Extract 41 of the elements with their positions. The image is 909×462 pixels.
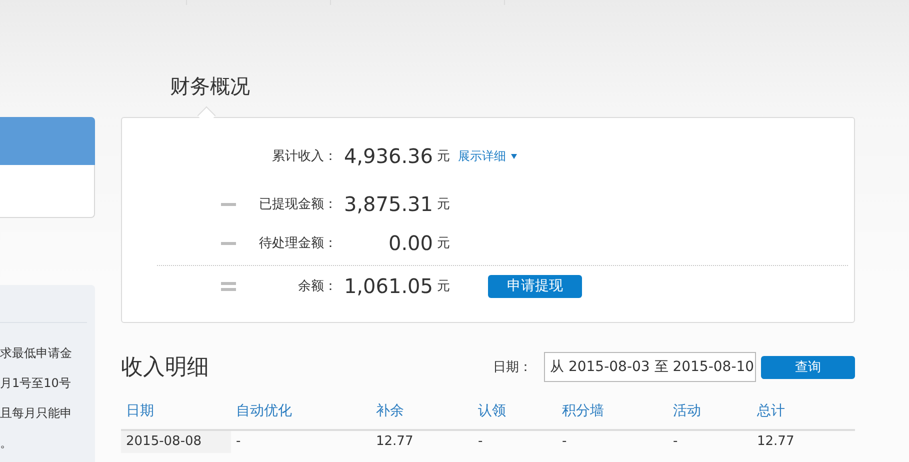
section-title: 收入明细	[121, 354, 209, 382]
amount-label: 待处理金额：	[258, 235, 337, 252]
amount-value: 3,875.31	[342, 191, 433, 218]
column-header[interactable]: 总计	[752, 402, 850, 420]
currency-unit: 元	[437, 148, 450, 165]
minus-icon	[221, 202, 237, 206]
amount-value: 1,061.05	[342, 273, 433, 300]
column-header[interactable]: 活动	[668, 402, 752, 420]
show-details-link[interactable]: 展示详细	[458, 148, 517, 164]
query-button[interactable]: 查询	[761, 356, 855, 378]
table-cell-text: 12.77	[756, 433, 796, 451]
withdraw-button[interactable]: 申请提现	[488, 274, 582, 298]
amount-value: 0.00	[387, 230, 433, 257]
table-cell-text: -	[477, 433, 484, 451]
table-cell: 2015-08-08	[121, 431, 231, 453]
equals-icon	[221, 282, 237, 290]
currency-unit: 元	[437, 196, 450, 213]
amount-label: 累计收入：	[271, 148, 337, 165]
column-header[interactable]: 认领	[473, 402, 557, 420]
date-range-field[interactable]: 从 2015-08-03 至 2015-08-10	[544, 352, 756, 382]
amount-value: 4,936.36	[342, 143, 433, 170]
section-title: 财务概况	[170, 73, 250, 100]
column-header[interactable]: 自动优化	[231, 402, 371, 420]
table-cell-text: -	[561, 433, 568, 451]
table-cell-text: 12.77	[375, 433, 414, 451]
amount-label: 已提现金额：	[258, 196, 337, 213]
dropdown-triangle-icon	[511, 154, 517, 158]
currency-unit: 元	[437, 278, 450, 295]
column-header[interactable]: 日期	[121, 402, 231, 420]
notice-text: 月1号至10号	[0, 375, 71, 392]
column-header[interactable]: 积分墙	[557, 402, 668, 420]
currency-unit: 元	[437, 235, 450, 252]
notice-text: 。	[0, 435, 12, 452]
date-label: 日期：	[493, 359, 532, 376]
amount-label: 余额：	[297, 278, 337, 295]
table-cell-text: -	[672, 433, 679, 451]
table-cell-text: -	[235, 433, 242, 451]
notice-text: 求最低申请金	[0, 345, 72, 362]
notice-text: 且每月只能申	[0, 405, 72, 422]
minus-icon	[221, 242, 237, 244]
column-header[interactable]: 补余	[371, 402, 473, 420]
